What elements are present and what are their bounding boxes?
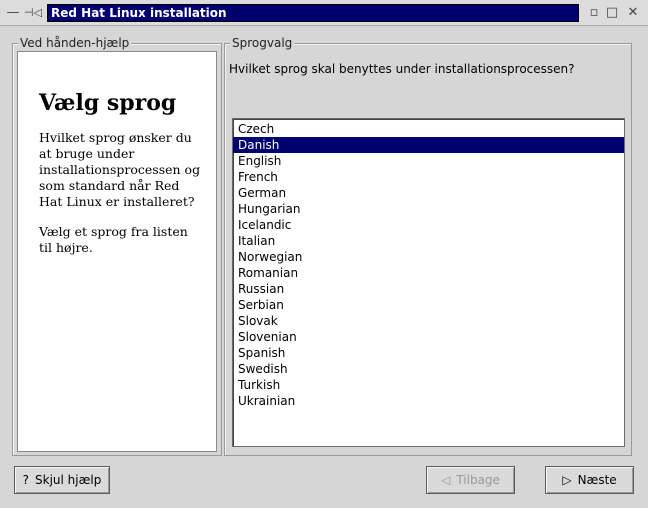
language-frame-legend: Sprogvalg xyxy=(230,36,295,50)
close-glyph: ✕ xyxy=(627,5,639,20)
language-item-hungarian[interactable]: Hungarian xyxy=(233,201,624,217)
close-icon[interactable]: ✕ xyxy=(624,4,642,22)
maximize-icon[interactable]: □ xyxy=(603,4,621,22)
help-paragraph-2: Vælg et sprog fra listen til højre. xyxy=(39,224,188,255)
language-item-czech[interactable]: Czech xyxy=(233,121,624,137)
hide-help-button[interactable]: ? Skjul hjælp xyxy=(14,466,110,494)
language-item-english[interactable]: English xyxy=(233,153,624,169)
hide-help-label: Skjul hjælp xyxy=(35,473,102,487)
back-label: Tilbage xyxy=(456,473,500,487)
language-listbox[interactable]: Czech Danish English French German Hungarian I… xyxy=(232,118,625,447)
language-item-french[interactable]: French xyxy=(233,169,624,185)
language-item-german[interactable]: German xyxy=(233,185,624,201)
language-item-russian[interactable]: Russian xyxy=(233,281,624,297)
next-button[interactable]: ▷ Næste xyxy=(545,466,634,494)
back-arrow-icon: ◁ xyxy=(441,473,451,487)
pin-glyph: ⊣◁ xyxy=(23,6,43,19)
language-item-norwegian[interactable]: Norwegian xyxy=(233,249,624,265)
language-item-romanian[interactable]: Romanian xyxy=(233,265,624,281)
language-item-slovenian[interactable]: Slovenian xyxy=(233,329,624,345)
language-item-danish[interactable]: Danish xyxy=(233,137,624,153)
language-item-spanish[interactable]: Spanish xyxy=(233,345,624,361)
language-question: Hvilket sprog skal benyttes under instal… xyxy=(229,62,575,76)
next-label: Næste xyxy=(577,473,617,487)
language-item-serbian[interactable]: Serbian xyxy=(233,297,624,313)
back-button[interactable]: ◁ Tilbage xyxy=(426,466,515,494)
help-paragraph-1: Hvilket sprog ønsker du at bruge under i… xyxy=(39,130,201,209)
pin-icon[interactable]: ⊣◁ xyxy=(22,4,44,22)
minimize-icon[interactable]: ▫ xyxy=(585,4,603,22)
language-item-slovak[interactable]: Slovak xyxy=(233,313,624,329)
window-title: Red Hat Linux installation xyxy=(47,4,579,22)
window-titlebar: — ⊣◁ Red Hat Linux installation ▫ □ ✕ xyxy=(0,0,648,26)
language-item-ukrainian[interactable]: Ukrainian xyxy=(233,393,624,409)
help-frame-legend: Ved hånden-hjælp xyxy=(18,36,132,50)
minimize-glyph: ▫ xyxy=(589,5,599,20)
window-menu-glyph: — xyxy=(6,5,20,20)
window-menu-icon[interactable]: — xyxy=(4,4,22,22)
help-icon: ? xyxy=(22,473,30,487)
maximize-glyph: □ xyxy=(605,5,619,20)
language-item-turkish[interactable]: Turkish xyxy=(233,377,624,393)
help-panel: Vælg sprog Hvilket sprog ønsker du at br… xyxy=(17,51,217,452)
language-item-swedish[interactable]: Swedish xyxy=(233,361,624,377)
help-title: Vælg sprog xyxy=(39,90,177,116)
language-item-italian[interactable]: Italian xyxy=(233,233,624,249)
next-arrow-icon: ▷ xyxy=(562,473,572,487)
language-item-icelandic[interactable]: Icelandic xyxy=(233,217,624,233)
